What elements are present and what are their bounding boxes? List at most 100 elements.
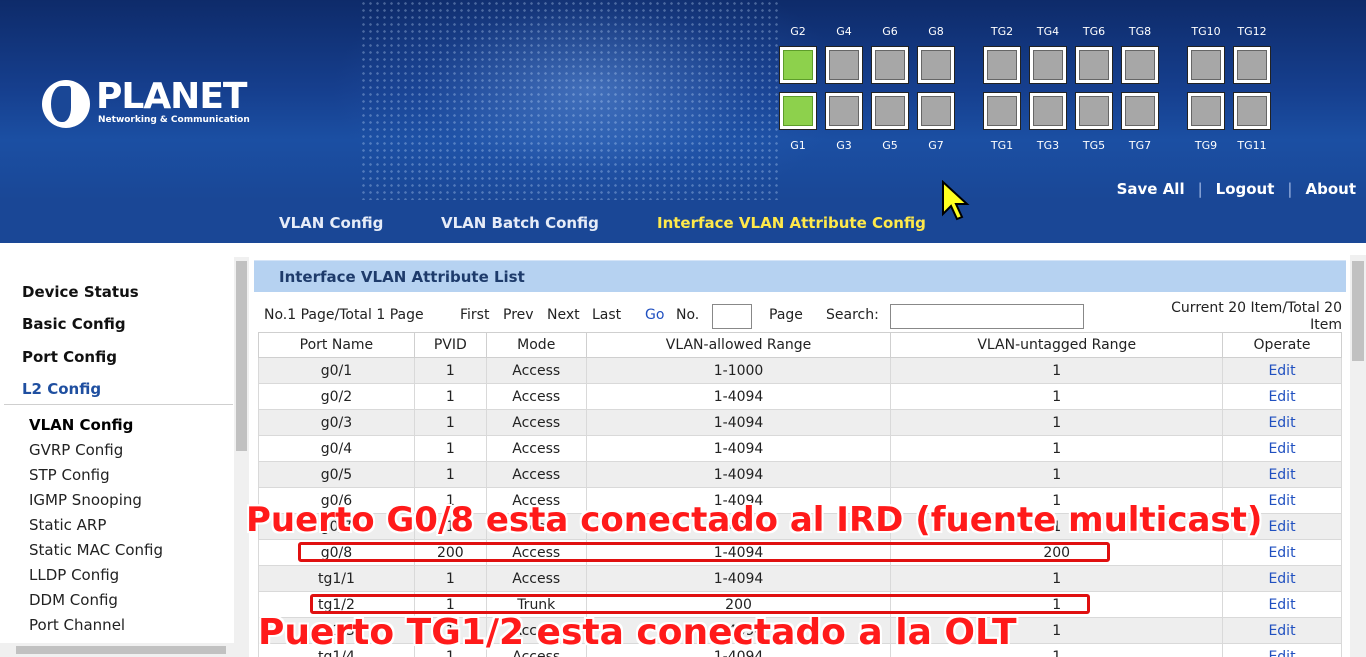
port-icon-tg10[interactable]: [1187, 46, 1225, 84]
column-header: PVID: [413, 332, 487, 358]
port-icon-g8[interactable]: [917, 46, 955, 84]
sidebar-subitem-stp-config[interactable]: STP Config: [29, 466, 110, 484]
sidebar-subitem-static-mac-config[interactable]: Static MAC Config: [29, 541, 163, 559]
port-icon-tg1[interactable]: [983, 92, 1021, 130]
save-all-link[interactable]: Save All: [1104, 180, 1198, 198]
table-row: g0/4 1 Access 1-4094 1 Edit: [258, 435, 1342, 462]
about-link[interactable]: About: [1292, 180, 1356, 198]
header-banner: PLANET Networking & Communication G2 G4 G6…: [0, 0, 1366, 200]
table-cell: 1-4094: [585, 383, 892, 410]
prev-page-link[interactable]: Prev: [503, 307, 534, 323]
sidebar-subitem-vlan-config[interactable]: VLAN Config: [29, 416, 133, 434]
main-vertical-scrollbar[interactable]: [1350, 255, 1366, 657]
port-icon-tg4[interactable]: [1029, 46, 1067, 84]
port-icon-tg8[interactable]: [1121, 46, 1159, 84]
sidebar-item-basic-config[interactable]: Basic Config: [22, 315, 126, 333]
sidebar-subitem-static-arp[interactable]: Static ARP: [29, 516, 106, 534]
top-links: Save All | Logout | About: [1104, 180, 1356, 198]
edit-link[interactable]: Edit: [1222, 409, 1342, 436]
table-cell: 1: [890, 435, 1224, 462]
port-icon-g1[interactable]: [779, 92, 817, 130]
sidebar-item-device-status[interactable]: Device Status: [22, 283, 139, 301]
port-icon-g6[interactable]: [871, 46, 909, 84]
table-cell: 1: [413, 461, 487, 488]
port-icon-tg3[interactable]: [1029, 92, 1067, 130]
port-label-g4: G4: [836, 25, 852, 38]
logo-wordmark: PLANET: [96, 76, 247, 117]
list-title-bar: Interface VLAN Attribute List: [254, 260, 1346, 292]
annotation-tg12: Puerto TG1/2 esta conectado a la OLT: [258, 612, 1017, 653]
port-icon-g4[interactable]: [825, 46, 863, 84]
edit-link[interactable]: Edit: [1222, 643, 1342, 657]
edit-link[interactable]: Edit: [1222, 435, 1342, 462]
sidebar-subitem-lldp-config[interactable]: LLDP Config: [29, 566, 119, 584]
edit-link[interactable]: Edit: [1222, 591, 1342, 618]
edit-link[interactable]: Edit: [1222, 565, 1342, 592]
scrollbar-thumb[interactable]: [236, 261, 247, 451]
table-header-row: Port Name PVID Mode VLAN-allowed Range VLAN-…: [258, 332, 1342, 358]
edit-link[interactable]: Edit: [1222, 383, 1342, 410]
table-cell: 1: [413, 565, 487, 592]
scrollbar-thumb[interactable]: [16, 646, 226, 654]
port-icon-tg6[interactable]: [1075, 46, 1113, 84]
annotation-g08: Puerto G0/8 esta conectado al IRD (fuent…: [246, 500, 1263, 540]
page-number-input[interactable]: [712, 304, 752, 329]
table-cell: g0/5: [258, 461, 415, 488]
port-icon-tg11[interactable]: [1233, 92, 1271, 130]
logout-link[interactable]: Logout: [1203, 180, 1288, 198]
table-cell: 1: [413, 357, 487, 384]
sidebar-item-l2-config[interactable]: L2 Config: [22, 380, 101, 398]
sidebar-subitem-ddm-config[interactable]: DDM Config: [29, 591, 118, 609]
table-cell: g0/2: [258, 383, 415, 410]
sidebar-item-port-config[interactable]: Port Config: [22, 348, 117, 366]
next-page-link[interactable]: Next: [547, 307, 580, 323]
port-label-g1: G1: [790, 139, 806, 152]
edit-link[interactable]: Edit: [1222, 461, 1342, 488]
edit-link[interactable]: Edit: [1222, 357, 1342, 384]
port-label-g7: G7: [928, 139, 944, 152]
port-label-g2: G2: [790, 25, 806, 38]
last-page-link[interactable]: Last: [592, 307, 621, 323]
port-icon-tg5[interactable]: [1075, 92, 1113, 130]
sidebar-divider: [4, 404, 233, 405]
edit-link[interactable]: Edit: [1222, 617, 1342, 644]
table-cell: Access: [485, 461, 587, 488]
table-cell: 1-4094: [585, 565, 892, 592]
tab-vlan-batch-config[interactable]: VLAN Batch Config: [441, 214, 599, 232]
port-icon-g7[interactable]: [917, 92, 955, 130]
sidebar-subitem-igmp-snooping[interactable]: IGMP Snooping: [29, 491, 142, 509]
port-label-tg10: TG10: [1191, 25, 1221, 38]
port-icon-g3[interactable]: [825, 92, 863, 130]
table-row: g0/3 1 Access 1-4094 1 Edit: [258, 409, 1342, 436]
port-label-g3: G3: [836, 139, 852, 152]
port-icon-tg2[interactable]: [983, 46, 1021, 84]
port-icon-g2[interactable]: [779, 46, 817, 84]
tab-interface-vlan-attribute-config[interactable]: Interface VLAN Attribute Config: [657, 214, 926, 232]
edit-link[interactable]: Edit: [1222, 539, 1342, 566]
logo-tagline: Networking & Communication: [98, 115, 250, 125]
port-label-tg8: TG8: [1128, 25, 1152, 38]
sidebar-subitem-port-channel[interactable]: Port Channel: [29, 616, 125, 634]
port-icon-tg7[interactable]: [1121, 92, 1159, 130]
sidebar-horizontal-scrollbar[interactable]: [0, 643, 234, 657]
table-cell: 1-4094: [585, 409, 892, 436]
column-header: Port Name: [258, 332, 415, 358]
port-label-tg3: TG3: [1036, 139, 1060, 152]
go-button[interactable]: Go: [645, 307, 664, 323]
sidebar-vertical-scrollbar[interactable]: [234, 257, 249, 657]
tab-vlan-config[interactable]: VLAN Config: [279, 214, 383, 232]
port-icon-g5[interactable]: [871, 92, 909, 130]
table-cell: Access: [485, 435, 587, 462]
table-cell: Access: [485, 409, 587, 436]
port-icon-tg12[interactable]: [1233, 46, 1271, 84]
port-label-tg5: TG5: [1082, 139, 1106, 152]
scrollbar-thumb[interactable]: [1352, 261, 1364, 361]
table-cell: tg1/1: [258, 565, 415, 592]
table-cell: Access: [485, 383, 587, 410]
first-page-link[interactable]: First: [460, 307, 489, 323]
sidebar-subitem-gvrp-config[interactable]: GVRP Config: [29, 441, 123, 459]
port-label-g8: G8: [928, 25, 944, 38]
app-root: PLANET Networking & Communication G2 G4 G6…: [0, 0, 1366, 657]
port-icon-tg9[interactable]: [1187, 92, 1225, 130]
search-input[interactable]: [890, 304, 1084, 329]
